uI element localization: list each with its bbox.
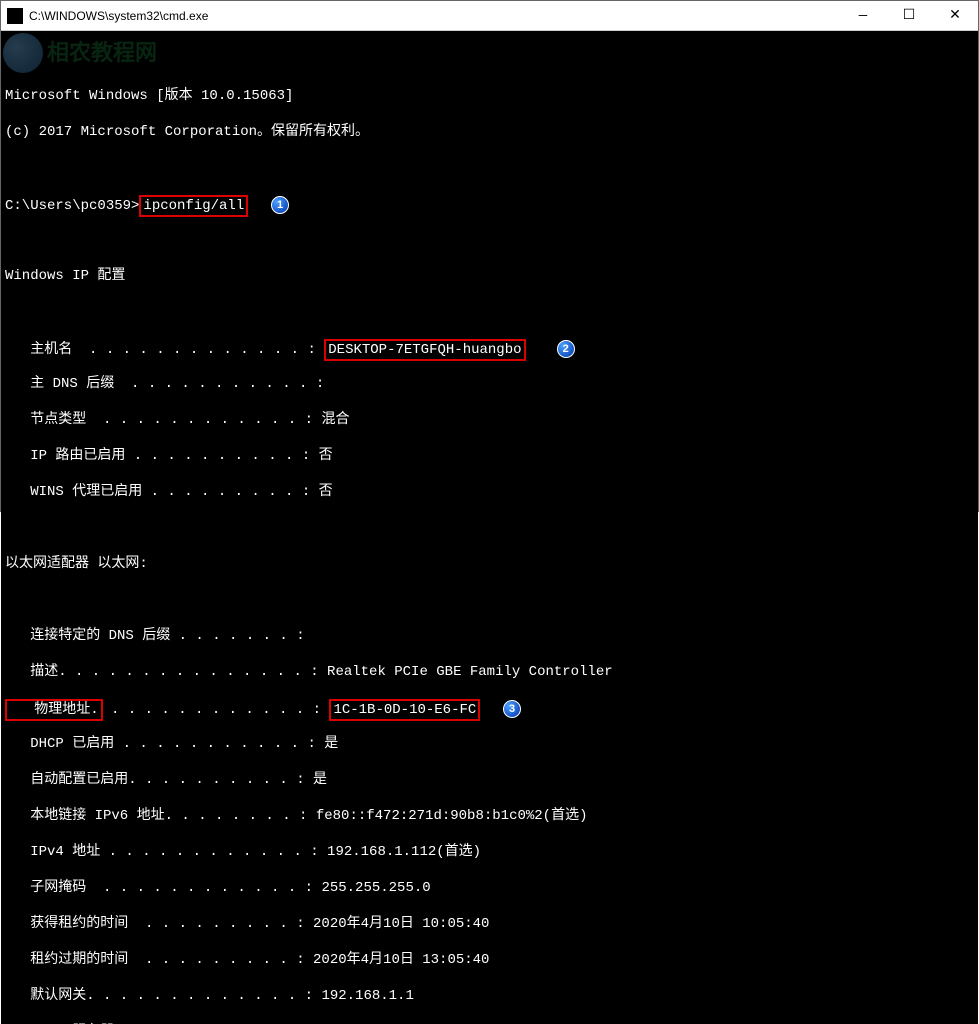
ipconfig-title: Windows IP 配置 (5, 267, 974, 285)
phys-line: 物理地址. . . . . . . . . . . . . : 1C-1B-0D… (5, 699, 974, 717)
window-title: C:\WINDOWS\system32\cmd.exe (29, 9, 840, 23)
cmd-icon (7, 8, 23, 24)
auto-en-line: 自动配置已启用. . . . . . . . . . : 是 (5, 771, 974, 789)
close-button[interactable]: ✕ (932, 1, 978, 31)
dhcp-en-line: DHCP 已启用 . . . . . . . . . . . : 是 (5, 735, 974, 753)
blank (5, 519, 974, 537)
watermark-logo-icon (3, 33, 43, 73)
adapter-title: 以太网适配器 以太网: (5, 555, 974, 573)
header-line-2: (c) 2017 Microsoft Corporation。保留所有权利。 (5, 123, 974, 141)
dhcp-srv-line: DHCP 服务器 . . . . . . . . . . . : 192.168… (5, 1023, 974, 1024)
cmd-window: C:\WINDOWS\system32\cmd.exe — ☐ ✕ 相农教程网 … (0, 0, 979, 512)
subnet-line: 子网掩码 . . . . . . . . . . . . : 255.255.2… (5, 879, 974, 897)
phys-value: 1C-1B-0D-10-E6-FC (333, 702, 476, 718)
ipv4-line: IPv4 地址 . . . . . . . . . . . . : 192.16… (5, 843, 974, 861)
phys-dots: . . . . . . . . . . . . : (103, 702, 330, 718)
conn-dns-line: 连接特定的 DNS 后缀 . . . . . . . : (5, 627, 974, 645)
phys-label-highlight: 物理地址. (5, 699, 103, 721)
gateway-line: 默认网关. . . . . . . . . . . . . : 192.168.… (5, 987, 974, 1005)
desc-line: 描述. . . . . . . . . . . . . . . : Realte… (5, 663, 974, 681)
dns-suffix-line: 主 DNS 后缀 . . . . . . . . . . . : (5, 375, 974, 393)
lease-obt-line: 获得租约的时间 . . . . . . . . . : 2020年4月10日 1… (5, 915, 974, 933)
blank (5, 231, 974, 249)
hostname-value: DESKTOP-7ETGFQH-huangbo (328, 342, 521, 358)
prompt-line: C:\Users\pc0359>ipconfig/all 1 (5, 195, 974, 213)
ip-routing-line: IP 路由已启用 . . . . . . . . . . : 否 (5, 447, 974, 465)
watermark-text: 相农教程网 (47, 44, 157, 62)
minimize-button[interactable]: — (840, 1, 886, 31)
marker-2: 2 (557, 340, 575, 358)
hostname-highlight: DESKTOP-7ETGFQH-huangbo (324, 339, 525, 361)
wins-proxy-line: WINS 代理已启用 . . . . . . . . . : 否 (5, 483, 974, 501)
phys-label: 物理地址. (9, 702, 99, 718)
command-text: ipconfig/all (143, 198, 244, 214)
maximize-button[interactable]: ☐ (886, 1, 932, 31)
prompt-path: C:\Users\pc0359> (5, 198, 139, 214)
ipv6-ll-line: 本地链接 IPv6 地址. . . . . . . . : fe80::f472… (5, 807, 974, 825)
lease-exp-line: 租约过期的时间 . . . . . . . . . : 2020年4月10日 1… (5, 951, 974, 969)
window-controls: — ☐ ✕ (840, 1, 978, 31)
blank (5, 159, 974, 177)
node-type-line: 节点类型 . . . . . . . . . . . . : 混合 (5, 411, 974, 429)
watermark: 相农教程网 (3, 33, 157, 73)
command-highlight: ipconfig/all (139, 195, 248, 217)
hostname-line: 主机名 . . . . . . . . . . . . . : DESKTOP-… (5, 339, 974, 357)
marker-1: 1 (271, 196, 289, 214)
blank (5, 591, 974, 609)
hostname-label: 主机名 (5, 342, 72, 358)
blank (5, 303, 974, 321)
hostname-dots: . . . . . . . . . . . . . : (72, 342, 324, 358)
terminal-output[interactable]: 相农教程网 Microsoft Windows [版本 10.0.15063] … (1, 31, 978, 1024)
header-line-1: Microsoft Windows [版本 10.0.15063] (5, 87, 974, 105)
phys-value-highlight: 1C-1B-0D-10-E6-FC (329, 699, 480, 721)
titlebar[interactable]: C:\WINDOWS\system32\cmd.exe — ☐ ✕ (1, 1, 978, 31)
marker-3: 3 (503, 700, 521, 718)
